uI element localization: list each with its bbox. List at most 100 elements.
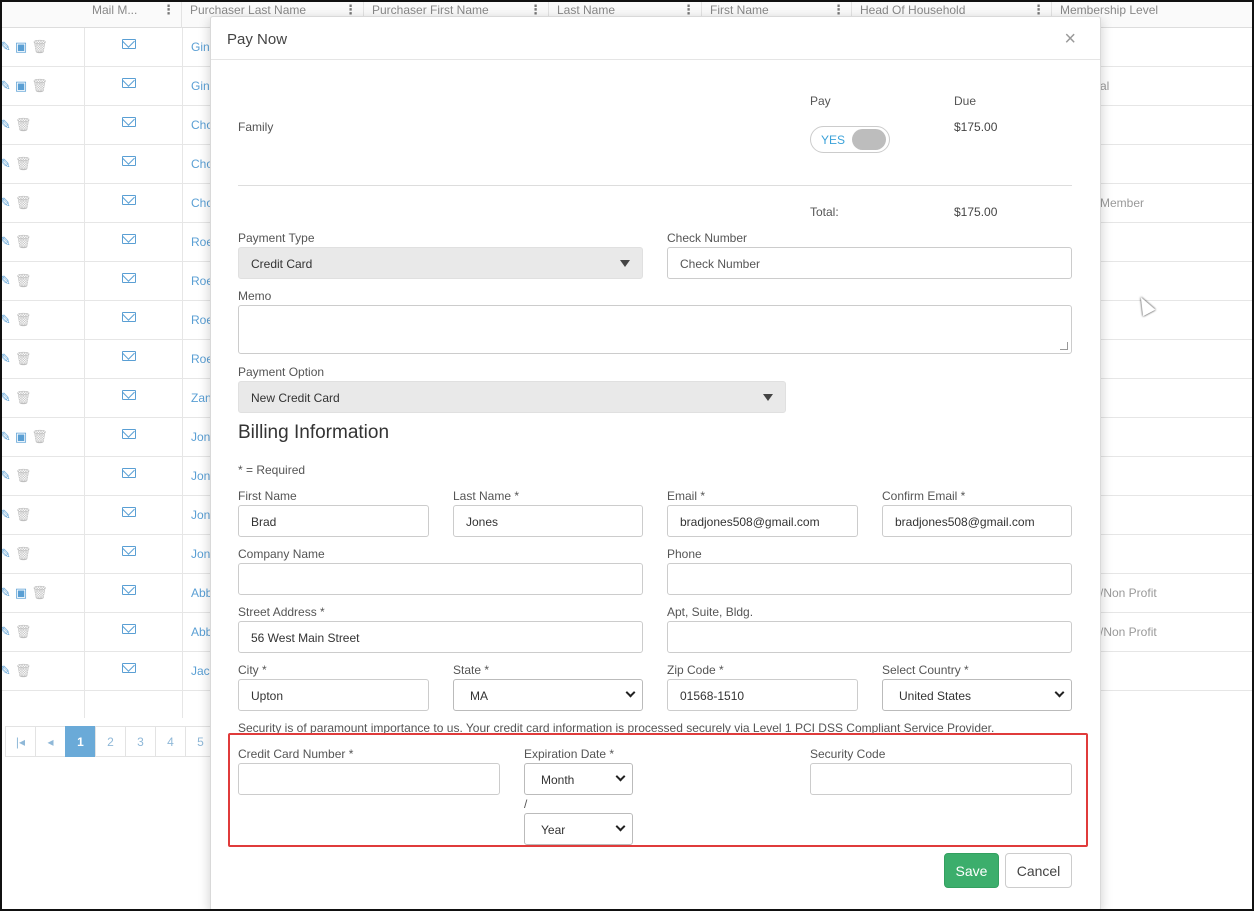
mail-icon[interactable]	[122, 390, 136, 400]
mail-icon[interactable]	[122, 195, 136, 205]
edit-icon[interactable]: ✎	[0, 351, 11, 367]
mail-icon[interactable]	[122, 117, 136, 127]
trash-icon[interactable]: 🗑	[15, 351, 32, 367]
page-3-button[interactable]: 3	[125, 726, 156, 757]
edit-icon[interactable]: ✎	[0, 390, 11, 406]
email-input[interactable]: bradjones508@gmail.com	[667, 505, 858, 537]
last-name-input[interactable]: Jones	[453, 505, 643, 537]
edit-icon[interactable]: ✎	[0, 273, 11, 289]
row-actions: ✎ 🗑	[0, 312, 31, 328]
edit-icon[interactable]: ✎	[0, 78, 11, 94]
trash-icon[interactable]: 🗑	[15, 546, 32, 562]
trash-icon[interactable]: 🗑	[15, 312, 32, 328]
edit-icon[interactable]: ✎	[0, 117, 11, 133]
purchaser-last-name-cell[interactable]: Zan	[191, 391, 212, 405]
edit-icon[interactable]: ✎	[0, 39, 11, 55]
close-icon[interactable]: ×	[1064, 28, 1076, 51]
column-header-label: Membership Level	[1060, 3, 1159, 17]
company-name-input[interactable]	[238, 563, 643, 595]
payment-type-label: Payment Type	[238, 231, 315, 245]
edit-icon[interactable]: ✎	[0, 663, 11, 679]
street-address-input[interactable]: 56 West Main Street	[238, 621, 643, 653]
payment-icon[interactable]: ▣	[15, 78, 27, 94]
pay-now-modal: Pay Now × Pay Due Family YES $175.00 Tot…	[210, 16, 1101, 911]
mail-icon[interactable]	[122, 429, 136, 439]
payment-option-select[interactable]: New Credit Card	[238, 381, 786, 413]
trash-icon[interactable]: 🗑	[31, 429, 48, 445]
edit-icon[interactable]: ✎	[0, 156, 11, 172]
purchaser-last-name-cell[interactable]: Jon	[191, 508, 210, 522]
country-select[interactable]: United States	[882, 679, 1072, 711]
purchaser-last-name-cell[interactable]: Gin	[191, 79, 210, 93]
edit-icon[interactable]: ✎	[0, 195, 11, 211]
cancel-button[interactable]: Cancel	[1005, 853, 1072, 888]
purchaser-last-name-cell[interactable]: Jac	[191, 664, 210, 678]
city-input[interactable]: Upton	[238, 679, 429, 711]
column-menu-icon[interactable]: ⋮	[162, 2, 175, 18]
edit-icon[interactable]: ✎	[0, 234, 11, 250]
edit-icon[interactable]: ✎	[0, 624, 11, 640]
mail-icon[interactable]	[122, 351, 136, 361]
trash-icon[interactable]: 🗑	[15, 390, 32, 406]
payment-type-select[interactable]: Credit Card	[238, 247, 643, 279]
state-select[interactable]: MA	[453, 679, 643, 711]
column-header-mail[interactable]: Mail M... ⋮	[84, 0, 182, 28]
first-name-input[interactable]: Brad	[238, 505, 429, 537]
payment-icon[interactable]: ▣	[15, 429, 27, 445]
phone-input[interactable]	[667, 563, 1072, 595]
page-1-button[interactable]: 1	[65, 726, 96, 757]
mail-icon[interactable]	[122, 273, 136, 283]
edit-icon[interactable]: ✎	[0, 546, 11, 562]
confirm-email-input[interactable]: bradjones508@gmail.com	[882, 505, 1072, 537]
trash-icon[interactable]: 🗑	[15, 663, 32, 679]
payment-icon[interactable]: ▣	[15, 39, 27, 55]
mail-icon[interactable]	[122, 39, 136, 49]
purchaser-last-name-cell[interactable]: Gin	[191, 40, 210, 54]
edit-icon[interactable]: ✎	[0, 507, 11, 523]
trash-icon[interactable]: 🗑	[15, 507, 32, 523]
mail-icon[interactable]	[122, 156, 136, 166]
edit-icon[interactable]: ✎	[0, 468, 11, 484]
save-button[interactable]: Save	[944, 853, 999, 888]
prev-page-icon[interactable]: ◂	[35, 726, 66, 757]
pay-column-header: Pay	[810, 94, 831, 108]
mail-icon[interactable]	[122, 546, 136, 556]
payment-icon[interactable]: ▣	[15, 585, 27, 601]
edit-icon[interactable]: ✎	[0, 312, 11, 328]
mail-icon[interactable]	[122, 234, 136, 244]
mail-icon[interactable]	[122, 663, 136, 673]
purchaser-last-name-cell[interactable]: Jon	[191, 430, 210, 444]
trash-icon[interactable]: 🗑	[15, 468, 32, 484]
mail-icon[interactable]	[122, 78, 136, 88]
trash-icon[interactable]: 🗑	[31, 78, 48, 94]
trash-icon[interactable]: 🗑	[15, 273, 32, 289]
mail-icon[interactable]	[122, 624, 136, 634]
page-2-button[interactable]: 2	[95, 726, 126, 757]
pay-toggle[interactable]: YES	[810, 126, 890, 153]
row-actions: ✎ 🗑	[0, 156, 31, 172]
purchaser-last-name-cell[interactable]: Jon	[191, 547, 210, 561]
mail-icon[interactable]	[122, 468, 136, 478]
memo-textarea[interactable]	[238, 305, 1072, 354]
zip-code-input[interactable]: 01568-1510	[667, 679, 858, 711]
trash-icon[interactable]: 🗑	[15, 624, 32, 640]
mail-icon[interactable]	[122, 507, 136, 517]
row-actions: ✎ ▣ 🗑	[0, 39, 48, 55]
apt-input[interactable]	[667, 621, 1072, 653]
trash-icon[interactable]: 🗑	[31, 39, 48, 55]
first-page-icon[interactable]: |◂	[5, 726, 36, 757]
mail-icon[interactable]	[122, 585, 136, 595]
page-4-button[interactable]: 4	[155, 726, 186, 757]
trash-icon[interactable]: 🗑	[15, 195, 32, 211]
mail-icon[interactable]	[122, 312, 136, 322]
row-actions: ✎ 🗑	[0, 351, 31, 367]
trash-icon[interactable]: 🗑	[15, 117, 32, 133]
trash-icon[interactable]: 🗑	[31, 585, 48, 601]
trash-icon[interactable]: 🗑	[15, 234, 32, 250]
check-number-input[interactable]: Check Number	[667, 247, 1072, 279]
edit-icon[interactable]: ✎	[0, 429, 11, 445]
resize-handle-icon[interactable]	[1060, 342, 1068, 350]
purchaser-last-name-cell[interactable]: Jon	[191, 469, 210, 483]
edit-icon[interactable]: ✎	[0, 585, 11, 601]
trash-icon[interactable]: 🗑	[15, 156, 32, 172]
